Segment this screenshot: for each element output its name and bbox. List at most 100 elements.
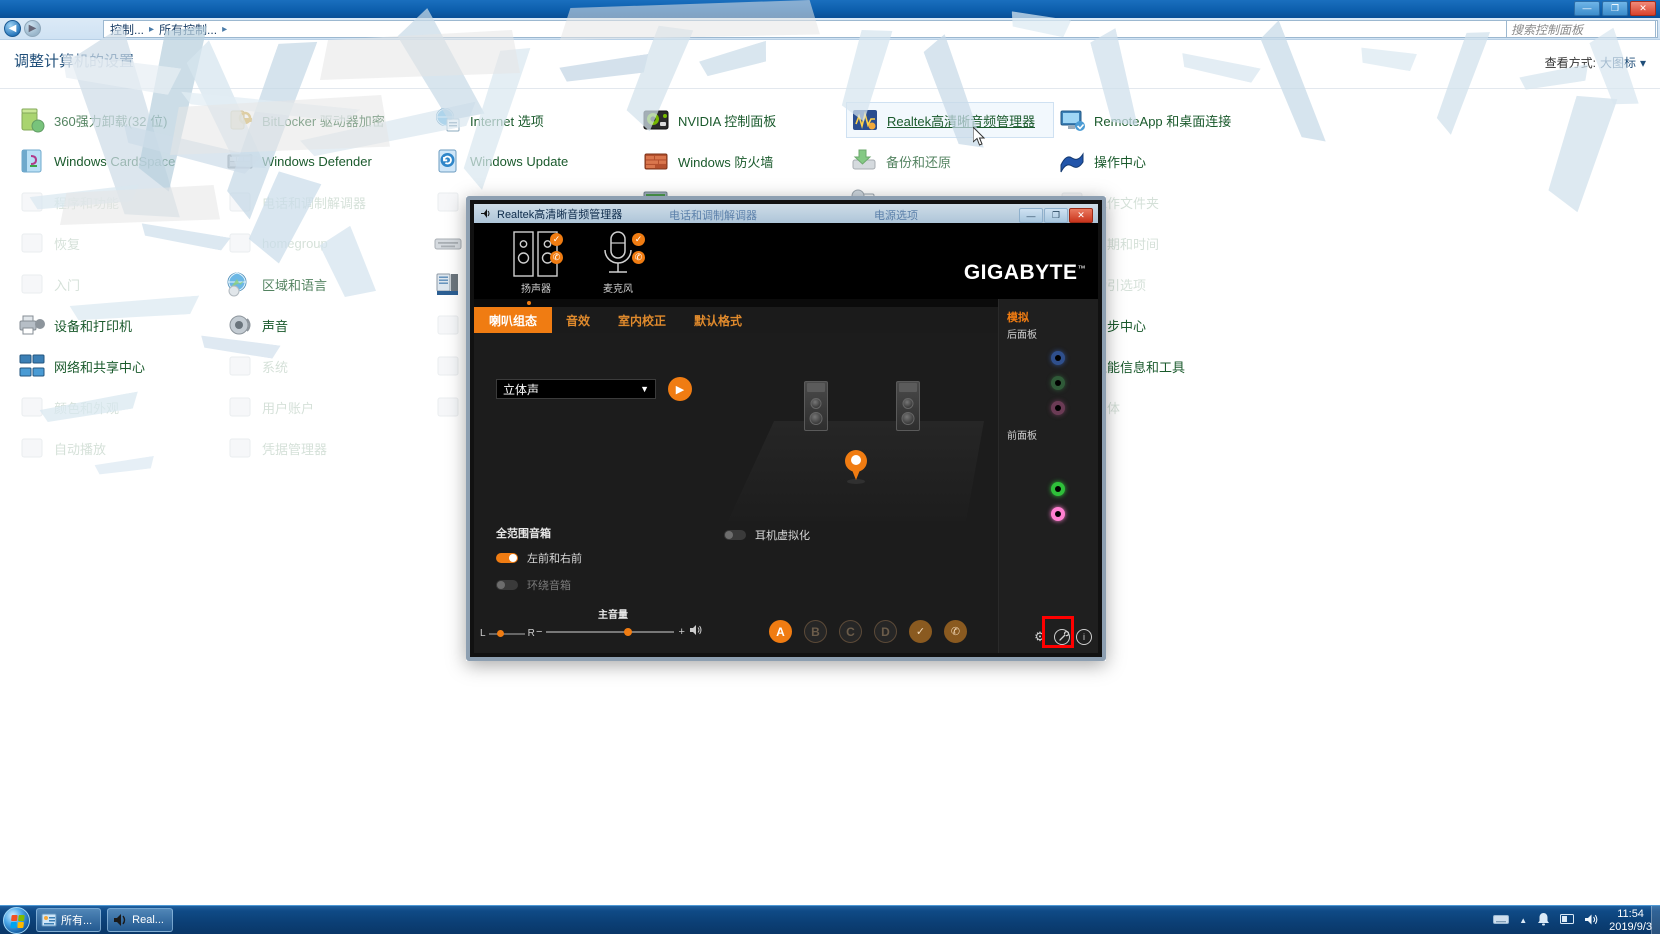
control-panel-item-occluded[interactable]: 恢复 [14,225,222,261]
control-panel-item-occluded[interactable]: 自动播放 [14,430,222,466]
minimize-button[interactable]: — [1574,1,1600,16]
headphone-virtualization-toggle[interactable] [724,530,746,540]
control-panel-item-update[interactable]: Windows Update [430,143,638,179]
forward-icon[interactable]: ▶ [24,20,41,37]
realtek-titlebar[interactable]: Realtek高清晰音频管理器 电话和调制解调器 电源选项 — ❐ ✕ [474,204,1098,223]
full-range-speakers-group: 全范围音箱 左前和右前 环绕音箱 [496,525,582,604]
action-center-tray-icon[interactable] [1537,912,1550,929]
phone-icon[interactable]: ✆ [944,620,967,643]
view-by-control[interactable]: 查看方式: 大图标 ▾ [1545,54,1646,71]
line-out-jack[interactable] [1051,376,1065,390]
maximize-button[interactable]: ❐ [1602,1,1628,16]
control-panel-item-uninstall[interactable]: 360强力卸载(32 位) [14,102,222,138]
volume-tray-icon[interactable] [1584,913,1599,929]
front-right-speaker-icon[interactable] [896,381,920,431]
close-button[interactable]: ✕ [1630,1,1656,16]
control-panel-item-remote-desktop[interactable]: RemoteApp 和桌面连接 [1054,102,1262,138]
control-panel-item-action-center[interactable]: 操作中心 [1054,143,1262,179]
option-front-left-right[interactable]: 左前和右前 [496,550,582,566]
realtek-body: 扬声器 ✓ ✆ 麦克风 ✓ ✆ GIGABYTE™ 喇叭组态 音效 室内校正 默… [474,223,1098,653]
main-volume-slider[interactable] [546,627,675,636]
show-hidden-icons[interactable]: ▲ [1519,916,1527,925]
clock-date: 2019/9/3 [1609,920,1652,933]
tab-0[interactable]: 喇叭组态 [474,307,552,333]
control-panel-item-globe[interactable]: Internet 选项 [430,102,638,138]
device-microphone[interactable]: 麦克风 ✓ ✆ [570,229,666,295]
main-volume-slider-knob[interactable] [624,627,633,636]
tab-3[interactable]: 默认格式 [680,307,756,333]
realtek-maximize-button[interactable]: ❐ [1044,208,1068,223]
windows-logo-icon [10,914,25,928]
breadcrumb-item-0[interactable]: 控制... [108,21,146,38]
realtek-close-button[interactable]: ✕ [1069,208,1093,223]
profile-button-a[interactable]: A [769,620,792,643]
taskbar-clock[interactable]: 11:54 2019/9/3 [1609,908,1652,934]
taskbar-item-control-panel[interactable]: 所有... [36,908,102,932]
mic-in-jack[interactable] [1051,401,1065,415]
start-button[interactable] [3,906,30,934]
front-left-right-toggle[interactable] [496,553,518,563]
profile-button-c[interactable]: C [839,620,862,643]
control-panel-item-occluded[interactable]: 入门 [14,266,222,302]
profile-button-b[interactable]: B [804,620,827,643]
divider [0,88,1660,89]
network-tray-icon[interactable] [1560,913,1575,928]
microphone-connected-check-icon[interactable]: ✓ [632,233,645,246]
play-test-button[interactable]: ▶ [668,377,692,401]
realtek-minimize-button[interactable]: — [1019,208,1043,223]
control-panel-item-lock[interactable]: BitLocker 驱动器加密 [222,102,430,138]
volume-decrease-icon[interactable]: − [536,626,542,638]
volume-increase-icon[interactable]: + [678,626,684,638]
control-panel-item-sound[interactable]: 声音 [222,307,430,343]
control-panel-item-network-sharing[interactable]: 网络和共享中心 [14,348,222,384]
show-desktop-button[interactable] [1651,906,1660,934]
surround-speakers-toggle[interactable] [496,580,518,590]
control-panel-item-occluded[interactable]: 颜色和外观 [14,389,222,425]
back-icon[interactable]: ◀ [4,20,21,37]
control-panel-item-occluded[interactable]: 用户账户 [222,389,430,425]
control-panel-item-occluded[interactable]: 电话和调制解调器 [222,184,430,220]
speaker-configuration-select[interactable]: 立体声 ▼ [496,379,656,399]
control-panel-item-backup[interactable]: 备份和还原 [846,143,1054,179]
control-panel-item-defender[interactable]: Windows Defender [222,143,430,179]
tab-2[interactable]: 室内校正 [604,307,680,333]
control-panel-item-occluded[interactable]: homegroup [222,225,430,261]
search-input[interactable]: 搜索控制面板 [1506,20,1656,38]
profile-button-d[interactable]: D [874,620,897,643]
speaker-connected-check-icon[interactable]: ✓ [550,233,563,246]
explorer-navigation-bar: ◀ ▶ 控制... ▸ 所有控制... ▸ 搜索控制面板 [0,18,1660,40]
microphone-phone-icon[interactable]: ✆ [632,251,645,264]
front-left-speaker-icon[interactable] [804,381,828,431]
control-panel-item-devices-printers[interactable]: 设备和打印机 [14,307,222,343]
address-bar[interactable]: 控制... ▸ 所有控制... ▸ [103,20,1658,38]
control-panel-item-occluded[interactable]: 系统 [222,348,430,384]
listener-position-pin[interactable] [845,450,867,484]
taskbar-item-realtek[interactable]: Real... [107,908,173,932]
check-icon[interactable]: ✓ [909,620,932,643]
front-mic-jack[interactable] [1051,507,1065,521]
line-in-jack[interactable] [1051,351,1065,365]
control-panel-item-region[interactable]: 区域和语言 [222,266,430,302]
option-headphone-virtualization[interactable]: 耳机虚拟化 [724,527,810,543]
mute-speaker-icon[interactable] [689,624,703,639]
balance-slider-knob[interactable] [496,630,504,637]
control-panel-item-label: 入门 [54,277,81,293]
control-panel-item-nvidia[interactable]: NVIDIA 控制面板 [638,102,846,138]
control-panel-item-cardspace[interactable]: Windows CardSpace [14,143,222,179]
front-headphone-jack[interactable] [1051,482,1065,496]
breadcrumb-sep-1: ▸ [222,23,228,35]
tab-1[interactable]: 音效 [552,307,604,333]
speaker-phone-icon[interactable]: ✆ [550,251,563,264]
keyboard-tray-icon[interactable] [1493,913,1510,928]
option-surround-speakers[interactable]: 环绕音箱 [496,577,582,593]
balance-slider[interactable] [488,630,525,637]
index2-icon [434,311,462,339]
breadcrumb-item-1[interactable]: 所有控制... [157,21,219,38]
control-panel-item-occluded[interactable]: 凭据管理器 [222,430,430,466]
info-icon[interactable]: i [1076,629,1092,645]
view-by-value[interactable]: 大图标 [1600,54,1636,71]
chevron-down-icon[interactable]: ▾ [1640,56,1646,70]
control-panel-item-occluded[interactable]: 程序和功能 [14,184,222,220]
control-panel-item-realtek[interactable]: Realtek高清晰音频管理器 [846,102,1054,138]
control-panel-item-firewall[interactable]: Windows 防火墙 [638,143,846,179]
